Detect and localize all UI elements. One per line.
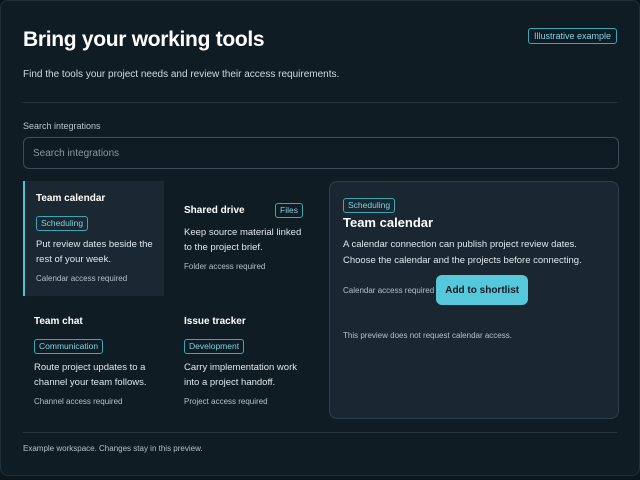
add-to-shortlist-button[interactable]: Add to shortlist: [436, 275, 529, 305]
category-chip: Scheduling: [36, 216, 89, 231]
card-title: Team calendar: [36, 193, 106, 204]
category-chip: Communication: [34, 339, 104, 354]
category-chip: Files: [275, 203, 303, 218]
footer-divider: [23, 432, 617, 433]
integration-card-team-calendar[interactable]: Team calendar Scheduling Put review date…: [23, 181, 164, 296]
detail-panel: Scheduling Team calendar A calendar conn…: [329, 181, 619, 419]
detail-title: Team calendar: [343, 215, 434, 230]
card-description: Route project updates to a channel your …: [34, 362, 147, 388]
header-divider: [23, 102, 617, 103]
card-access: Channel access required: [34, 397, 123, 406]
integration-card-shared-drive[interactable]: Shared drive Files Keep source material …: [173, 191, 314, 306]
card-access: Project access required: [184, 397, 268, 406]
card-title: Issue tracker: [184, 316, 246, 327]
detail-access: Calendar access required: [343, 285, 435, 295]
category-chip: Scheduling: [343, 198, 396, 213]
card-description: Keep source material linked to the proje…: [184, 227, 302, 253]
search-input[interactable]: [23, 137, 619, 169]
page-subtitle: Find the tools your project needs and re…: [23, 69, 340, 80]
card-access: Calendar access required: [36, 274, 128, 283]
page-title: Bring your working tools: [23, 28, 265, 51]
illustrative-tag: Illustrative example: [527, 28, 617, 44]
integration-card-team-chat[interactable]: Team chat Communication Route project up…: [23, 304, 164, 419]
detail-description: A calendar connection can publish projec…: [343, 239, 582, 266]
app-frame: Bring your working tools Illustrative ex…: [0, 0, 640, 476]
footer-text: Example workspace. Changes stay in this …: [23, 444, 203, 453]
card-access: Folder access required: [184, 262, 266, 271]
category-chip: Development: [184, 339, 245, 354]
card-title: Shared drive: [184, 205, 245, 216]
card-description: Carry implementation work into a project…: [184, 362, 297, 388]
integration-card-issue-tracker[interactable]: Issue tracker Development Carry implemen…: [173, 304, 314, 419]
search-label: Search integrations: [23, 121, 101, 131]
card-title: Team chat: [34, 316, 83, 327]
card-description: Put review dates beside the rest of your…: [36, 239, 153, 265]
detail-note: This preview does not request calendar a…: [343, 331, 512, 340]
